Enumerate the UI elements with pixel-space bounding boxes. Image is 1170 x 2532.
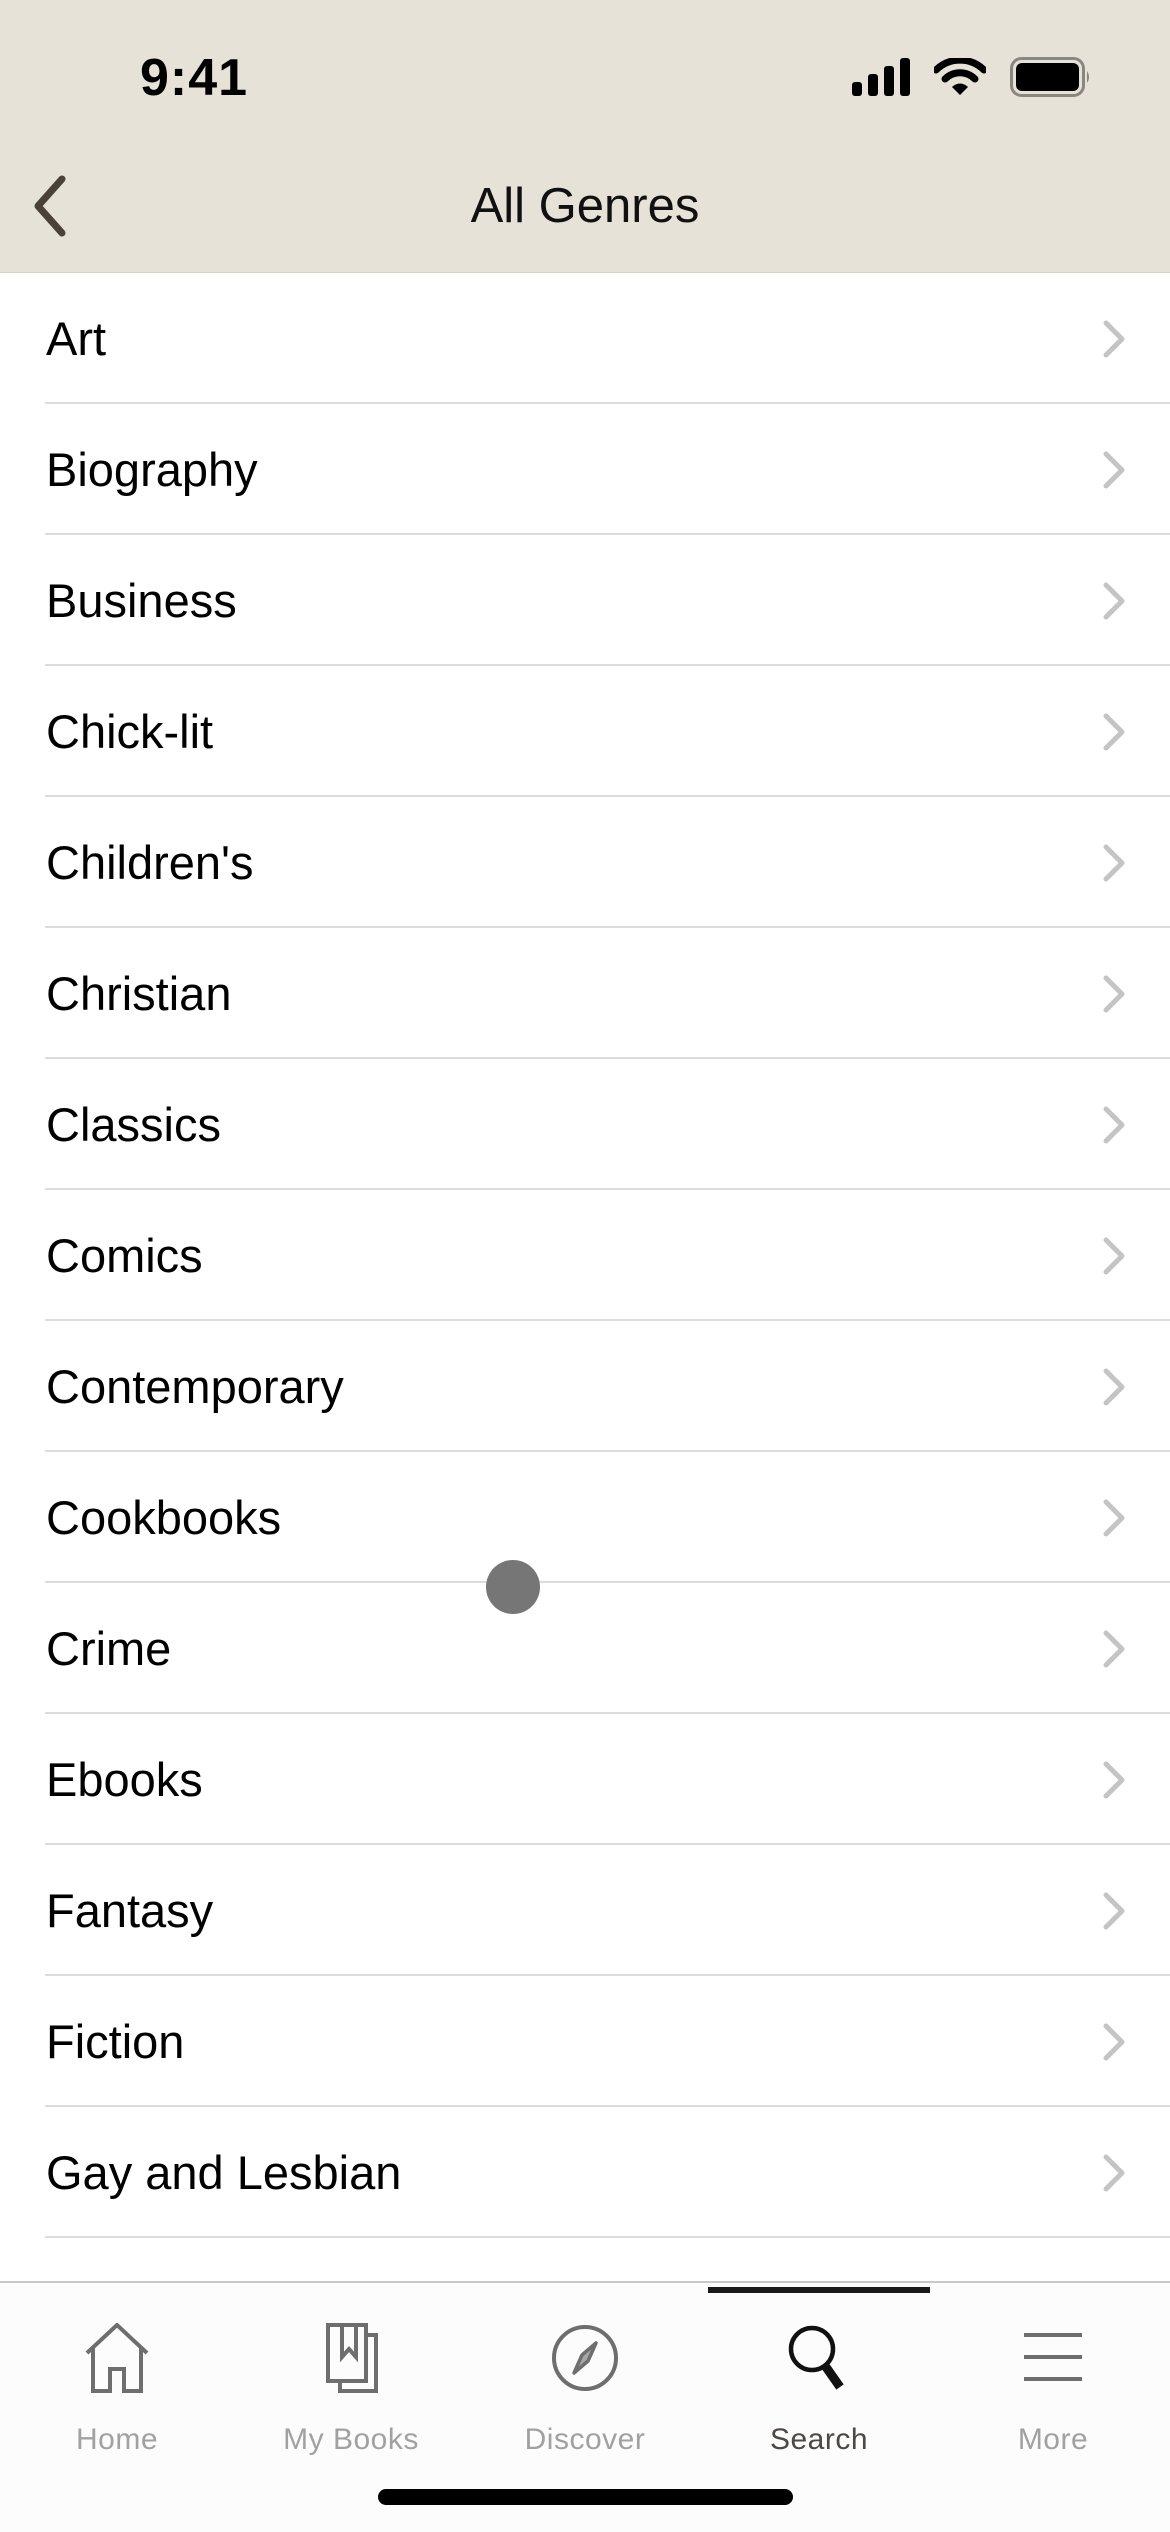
genre-label: Business <box>46 574 237 627</box>
menu-icon <box>1024 2333 1082 2381</box>
chevron-right-icon <box>1103 2154 1125 2191</box>
tab-label: Search <box>769 2423 869 2456</box>
status-icons <box>852 56 1092 98</box>
chevron-right-icon <box>1103 582 1125 619</box>
tab-my-books[interactable]: My Books <box>234 2283 468 2473</box>
battery-icon <box>1010 57 1089 97</box>
search-icon <box>788 2325 844 2390</box>
genre-row-art[interactable]: Art <box>0 273 1170 404</box>
genre-row-christian[interactable]: Christian <box>0 928 1170 1059</box>
genre-row-ebooks[interactable]: Ebooks <box>0 1714 1170 1845</box>
chevron-right-icon <box>1103 2023 1125 2060</box>
genre-row-chick-lit[interactable]: Chick-lit <box>0 666 1170 797</box>
genre-row-contemporary[interactable]: Contemporary <box>0 1321 1170 1452</box>
genre-label: Biography <box>46 443 258 496</box>
chevron-right-icon <box>1103 975 1125 1012</box>
genre-row-comics[interactable]: Comics <box>0 1190 1170 1321</box>
wifi-icon <box>934 58 986 95</box>
tab-label: My Books <box>283 2423 419 2456</box>
genre-row-classics[interactable]: Classics <box>0 1059 1170 1190</box>
genre-label: Ebooks <box>46 1753 203 1806</box>
genre-row-biography[interactable]: Biography <box>0 404 1170 535</box>
genre-label: Fiction <box>46 2015 185 2068</box>
compass-icon <box>552 2325 618 2391</box>
genre-row-cookbooks[interactable]: Cookbooks <box>0 1452 1170 1583</box>
tab-more[interactable]: More <box>936 2283 1170 2473</box>
genre-label: Contemporary <box>46 1360 344 1413</box>
genre-row-gay-and-lesbian[interactable]: Gay and Lesbian <box>0 2107 1170 2238</box>
genre-label: Christian <box>46 967 232 1020</box>
home-indicator <box>378 2489 793 2505</box>
genre-label: Fantasy <box>46 1884 214 1937</box>
navigation-header: 9:41 All Genres <box>0 0 1170 273</box>
tab-label: More <box>1017 2423 1089 2456</box>
page-title: All Genres <box>470 179 700 233</box>
tab-home[interactable]: Home <box>0 2283 234 2473</box>
chevron-right-icon <box>1103 1761 1125 1798</box>
genre-label: Crime <box>46 1622 172 1675</box>
genre-row-childrens[interactable]: Children's <box>0 797 1170 928</box>
home-icon <box>85 2323 149 2393</box>
tab-label: Home <box>75 2423 159 2456</box>
chevron-right-icon <box>1103 844 1125 881</box>
cellular-signal-icon <box>852 58 910 96</box>
chevron-right-icon <box>1103 1630 1125 1667</box>
genre-label: Cookbooks <box>46 1491 282 1544</box>
status-time: 9:41 <box>140 49 249 107</box>
active-tab-indicator <box>708 2287 930 2293</box>
touch-indicator <box>486 1560 540 1614</box>
chevron-right-icon <box>1103 1499 1125 1536</box>
tab-label: Discover <box>524 2423 646 2456</box>
tab-discover[interactable]: Discover <box>468 2283 702 2473</box>
tab-search[interactable]: Search <box>702 2283 936 2473</box>
chevron-right-icon <box>1103 1892 1125 1929</box>
chevron-right-icon <box>1103 320 1125 357</box>
genre-row-fiction[interactable]: Fiction <box>0 1976 1170 2107</box>
genre-row-fantasy[interactable]: Fantasy <box>0 1845 1170 1976</box>
chevron-right-icon <box>1103 1106 1125 1143</box>
chevron-right-icon <box>1103 451 1125 488</box>
genre-label: Chick-lit <box>46 705 214 758</box>
genre-label: Comics <box>46 1229 203 1282</box>
genre-label: Art <box>46 312 107 365</box>
genre-label: Classics <box>46 1098 221 1151</box>
genre-label: Gay and Lesbian <box>46 2146 402 2199</box>
genre-row-crime[interactable]: Crime <box>0 1583 1170 1714</box>
chevron-right-icon <box>1103 1368 1125 1405</box>
chevron-right-icon <box>1103 713 1125 750</box>
genre-list: Art Biography Business Chick-lit Childre… <box>0 273 1170 2238</box>
chevron-right-icon <box>1103 1237 1125 1274</box>
my-books-icon <box>326 2323 378 2393</box>
genre-row-business[interactable]: Business <box>0 535 1170 666</box>
genre-label: Children's <box>46 836 254 889</box>
